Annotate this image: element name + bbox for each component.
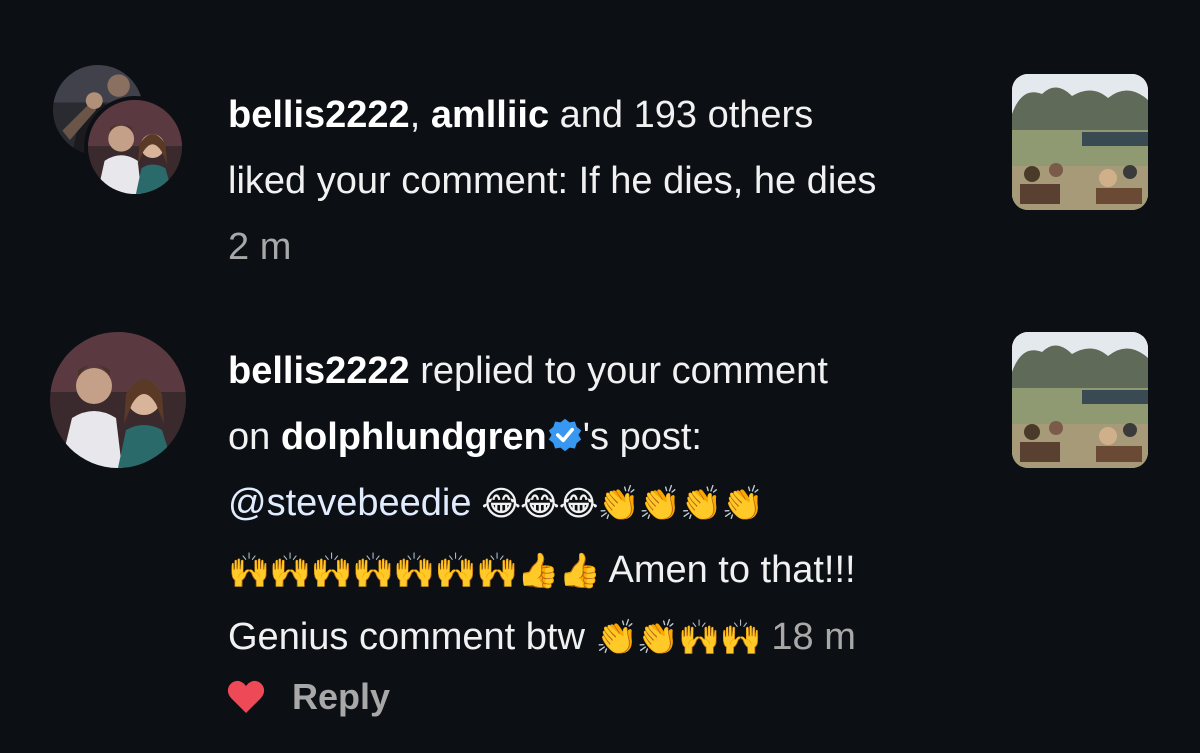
username-link[interactable]: amlliic <box>431 94 549 136</box>
post-thumbnail[interactable] <box>1012 332 1148 468</box>
comment-text: Amen to that!!! <box>600 549 856 591</box>
notification-line-1: bellis2222 replied to your comment <box>228 338 998 404</box>
park-photo-icon <box>1012 74 1148 210</box>
emoji-group: 🙌🙌🙌🙌🙌🙌🙌👍👍 <box>228 551 601 591</box>
notification-line-1: bellis2222, amlliic and 193 others <box>228 82 998 148</box>
notification-actions: Reply <box>226 672 390 722</box>
reply-button[interactable]: Reply <box>292 676 390 718</box>
notification-line-3: @stevebeedie 😂😂😂👏👏👏👏 <box>228 470 998 537</box>
notification-line-5: Genius comment btw 👏👏🙌🙌 18 m <box>228 604 998 671</box>
post-thumbnail[interactable] <box>1012 74 1148 210</box>
joiner-text: and <box>549 94 634 136</box>
notification-line-2: on dolphlundgren 's post: <box>228 404 998 470</box>
post-owner-link[interactable]: dolphlundgren <box>281 416 547 458</box>
comment-text: Genius comment btw <box>228 616 596 658</box>
action-text: replied to your comment <box>409 350 828 392</box>
timestamp: 2 m <box>228 226 292 268</box>
notification-line-2: liked your comment: If he dies, he dies <box>228 160 877 202</box>
post-suffix: 's post: <box>582 416 702 458</box>
avatar-user[interactable] <box>50 332 186 468</box>
notification-text: bellis2222, amlliic and 193 others liked… <box>228 82 998 280</box>
notification-line-4: 🙌🙌🙌🙌🙌🙌🙌👍👍 Amen to that!!! <box>228 537 998 604</box>
avatar-user-front[interactable] <box>84 96 186 198</box>
username-link[interactable]: bellis2222 <box>228 94 410 136</box>
separator-text: , <box>409 94 431 136</box>
timestamp: 18 m <box>761 616 856 658</box>
others-count: 193 others <box>633 94 814 136</box>
username-link[interactable]: bellis2222 <box>228 350 410 392</box>
emoji-group: 👏👏🙌🙌 <box>595 618 761 658</box>
notification-text: bellis2222 replied to your comment on do… <box>228 338 998 671</box>
emoji-group: 😂😂😂👏👏👏👏 <box>471 484 764 524</box>
timestamp-value: 18 m <box>771 616 856 658</box>
verified-badge-icon <box>547 417 583 453</box>
on-prefix: on <box>228 416 281 458</box>
mention-link[interactable]: @stevebeedie <box>228 482 472 524</box>
heart-icon[interactable] <box>226 679 266 715</box>
park-photo-icon <box>1012 332 1148 468</box>
